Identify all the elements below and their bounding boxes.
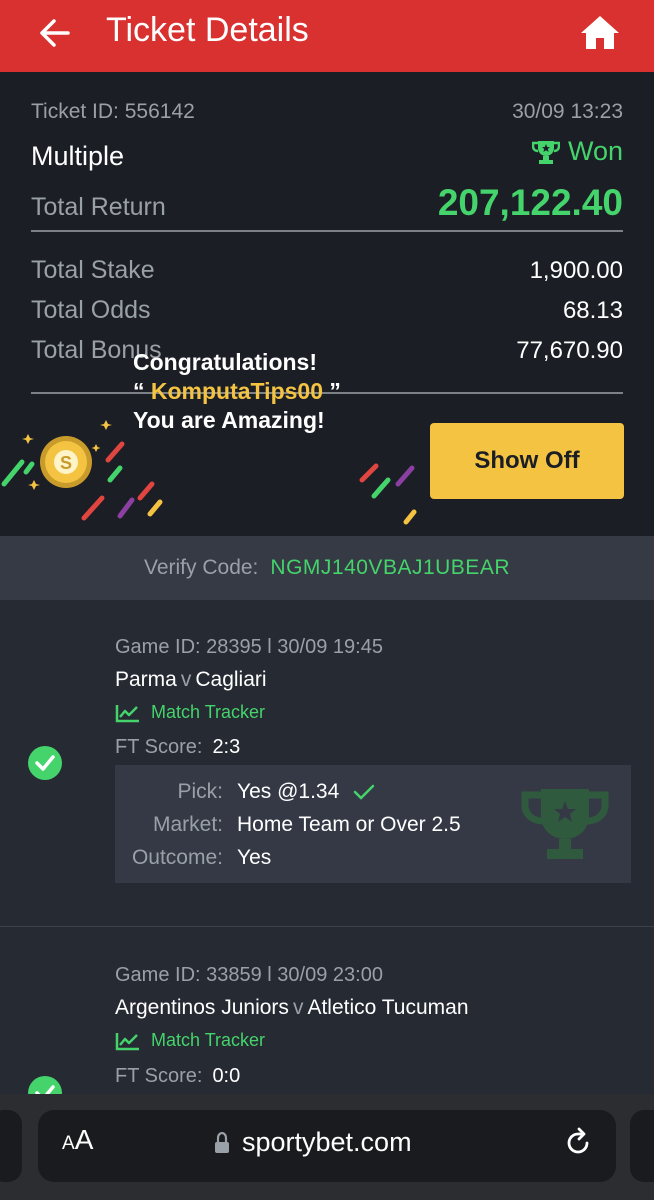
home-team: Argentinos Juniors [115, 996, 289, 1019]
trophy-icon [521, 789, 609, 859]
match-tracker-label: Match Tracker [151, 702, 266, 722]
ft-score-label: FT Score: [115, 1065, 203, 1087]
check-icon [354, 784, 375, 800]
outcome-value: Yes [237, 846, 272, 869]
market-label: Market: [152, 813, 223, 836]
show-off-button[interactable]: Show Off [430, 423, 624, 499]
game-id: Game ID: 28395 l 30/09 19:45 [115, 636, 383, 658]
versus: v [180, 668, 192, 691]
username: KomputaTips00 [150, 378, 323, 404]
ft-score-label: FT Score: [115, 736, 203, 758]
congrats-line: Congratulations! [133, 349, 317, 375]
url-text[interactable]: sportybet.com [242, 1127, 412, 1158]
browser-toolbar: AA sportybet.com [0, 1094, 654, 1200]
status-badge: Won [531, 136, 623, 167]
amazing-line: You are Amazing! [133, 407, 325, 433]
outcome-label: Outcome: [131, 846, 223, 869]
pick-label: Pick: [177, 780, 223, 803]
match-teams: Argentinos Juniors v Atletico Tucuman [115, 996, 469, 1020]
previous-tab[interactable] [0, 1110, 22, 1182]
divider [31, 230, 623, 232]
away-team: Atletico Tucuman [307, 996, 469, 1019]
match-tracker-link[interactable]: Match Tracker [115, 702, 265, 723]
congratulations-message: Congratulations! “ KomputaTips00 ” You a… [133, 348, 341, 435]
next-tab[interactable] [630, 1110, 654, 1182]
away-team: Cagliari [195, 668, 267, 691]
status-text: Won [567, 136, 623, 166]
match-tracker-link[interactable]: Match Tracker [115, 1030, 265, 1051]
svg-text:S: S [60, 453, 72, 473]
username-line: “ KomputaTips00 ” [133, 378, 341, 404]
ft-score: FT Score: 0:0 [115, 1065, 240, 1088]
ticket-date: 30/09 13:23 [512, 100, 623, 123]
total-stake-label: Total Stake [31, 256, 155, 284]
back-arrow-icon[interactable] [38, 16, 72, 50]
check-icon [28, 746, 62, 780]
verify-code-label: Verify Code: [144, 556, 259, 579]
match-tracker-label: Match Tracker [151, 1030, 266, 1050]
match-teams: Parma v Cagliari [115, 668, 267, 692]
pick-details: Pick: Yes @1.34 Market: Home Team or Ove… [115, 765, 631, 883]
ft-score-value: 2:3 [212, 736, 241, 758]
market-value: Home Team or Over 2.5 [237, 813, 461, 836]
coin-icon: S [40, 436, 92, 488]
verify-code-bar: Verify Code: NGMJ140VBAJ1UBEAR [0, 536, 654, 600]
total-stake-value: 1,900.00 [529, 257, 623, 284]
app-header: Ticket Details [0, 0, 654, 72]
chart-icon [115, 704, 139, 722]
total-bonus-value: 77,670.90 [516, 337, 623, 364]
reload-icon[interactable] [562, 1126, 594, 1158]
ft-score-value: 0:0 [212, 1065, 241, 1087]
total-return-label: Total Return [31, 193, 166, 221]
verify-code-value[interactable]: NGMJ140VBAJ1UBEAR [270, 556, 510, 580]
chart-icon [115, 1032, 139, 1050]
game-id: Game ID: 33859 l 30/09 23:00 [115, 964, 383, 986]
total-odds-label: Total Odds [31, 296, 151, 324]
lock-icon [215, 1132, 229, 1153]
ft-score: FT Score: 2:3 [115, 736, 240, 759]
divider [0, 926, 654, 927]
total-return-value: 207,122.40 [437, 182, 623, 223]
total-odds-value: 68.13 [562, 297, 623, 324]
home-team: Parma [115, 668, 177, 691]
pick-value: Yes @1.34 [237, 780, 340, 803]
ticket-id: Ticket ID: 556142 [31, 100, 195, 123]
text-size-button[interactable]: AA [62, 1124, 93, 1156]
trophy-icon [531, 140, 560, 164]
page-title: Ticket Details [106, 11, 309, 49]
bet-type: Multiple [31, 140, 125, 171]
versus: v [292, 996, 304, 1019]
home-icon[interactable] [580, 14, 620, 50]
